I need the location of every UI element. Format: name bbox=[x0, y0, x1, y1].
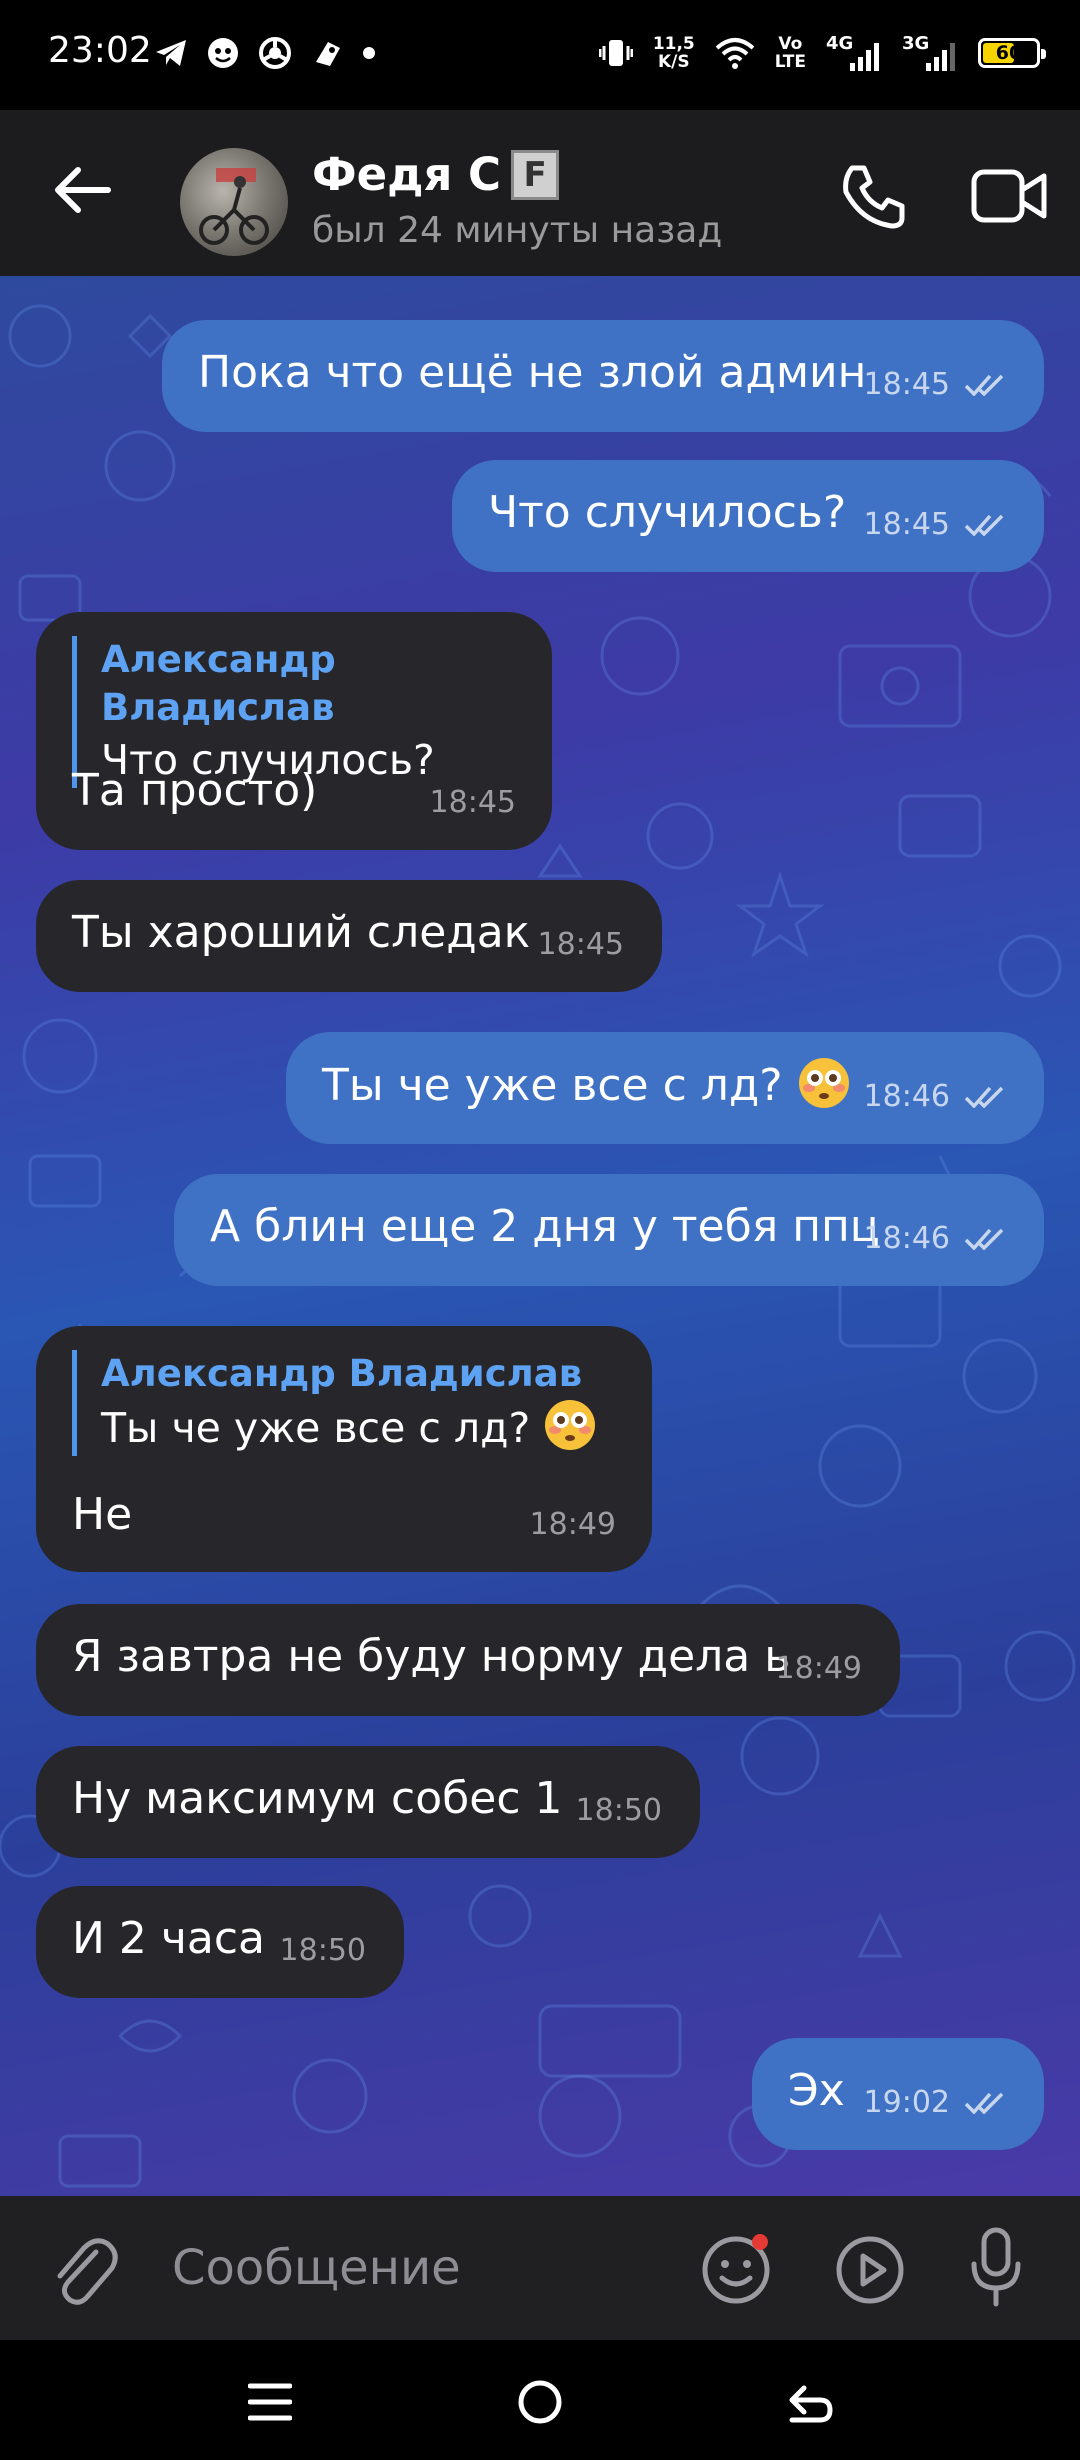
message-meta: 18:45 bbox=[864, 496, 1006, 554]
last-seen-status: был 24 минуты назад bbox=[312, 210, 723, 251]
message-text: Пока что ещё не злой админ bbox=[198, 347, 867, 398]
app-icon bbox=[316, 42, 340, 66]
back-arrow-icon[interactable] bbox=[54, 166, 112, 214]
message-input-bar: Сообщение bbox=[0, 2196, 1080, 2340]
avatar[interactable] bbox=[180, 148, 288, 256]
reply-author: Александр Владислав bbox=[101, 638, 336, 729]
chrome-icon bbox=[259, 37, 291, 69]
reply-text-wrap: Ты че уже все с лд? bbox=[101, 1398, 597, 1456]
message-input[interactable]: Сообщение bbox=[172, 2228, 672, 2308]
message-text: И 2 часа bbox=[72, 1913, 265, 1964]
telegram-icon bbox=[156, 40, 186, 66]
vk-icon bbox=[208, 38, 238, 68]
volte-top: Vo bbox=[778, 34, 803, 54]
read-checkmarks-icon bbox=[964, 2092, 1004, 2114]
message-incoming-reply[interactable]: Александр Владислав Ты че уже все с лд? … bbox=[36, 1326, 652, 1572]
signal-icon bbox=[850, 43, 879, 71]
reply-author: Александр Владислав bbox=[101, 1352, 583, 1395]
reply-quote[interactable]: Александр Владислав Ты че уже все с лд? bbox=[72, 1350, 597, 1456]
signal-icon bbox=[926, 43, 955, 71]
message-text: Эх bbox=[788, 2065, 845, 2116]
message-meta: 18:46 bbox=[864, 1068, 1006, 1126]
reply-text: Ты че уже все с лд? bbox=[101, 1404, 531, 1452]
message-text: Ты че уже все с лд? bbox=[322, 1060, 783, 1111]
net-speed-value: 11,5 bbox=[652, 34, 695, 54]
video-message-icon[interactable] bbox=[834, 2234, 906, 2306]
read-checkmarks-icon bbox=[964, 514, 1004, 536]
net-speed: 11,5 K/S bbox=[653, 35, 695, 71]
vibrate-icon bbox=[598, 40, 633, 66]
message-outgoing[interactable]: А блин еще 2 дня у тебя ппц 18:46 bbox=[174, 1174, 1044, 1286]
message-text: Ты хароший следак bbox=[72, 907, 531, 958]
notification-icons bbox=[154, 30, 376, 76]
wifi-icon bbox=[715, 38, 755, 69]
dot-icon bbox=[363, 47, 375, 59]
sim2-signal: 3G bbox=[902, 33, 958, 73]
message-meta: 18:46 bbox=[864, 1210, 1006, 1268]
message-outgoing[interactable]: Что случилось? 18:45 bbox=[452, 460, 1044, 572]
recent-apps-menu-icon[interactable] bbox=[248, 2382, 292, 2422]
message-outgoing[interactable]: Пока что ещё не злой админ 18:45 bbox=[162, 320, 1044, 432]
message-text: Я завтра не буду норму дела ь bbox=[72, 1631, 791, 1682]
premium-badge-icon: F bbox=[511, 149, 560, 200]
video-call-icon[interactable] bbox=[970, 166, 1048, 226]
message-outgoing[interactable]: Ты че уже все с лд? 18:46 bbox=[286, 1032, 1044, 1144]
message-meta: 18:45 bbox=[864, 356, 1006, 414]
nav-back-icon[interactable] bbox=[788, 2382, 834, 2426]
message-meta: 19:02 bbox=[864, 2074, 1006, 2132]
flushed-face-emoji-icon bbox=[545, 1400, 596, 1450]
status-bar: 23:02 11,5 K/S Vo LTE 4G 3G 60 bbox=[0, 0, 1080, 110]
message-outgoing[interactable]: Эх 19:02 bbox=[752, 2038, 1044, 2150]
message-text: Что случилось? bbox=[488, 487, 847, 538]
read-checkmarks-icon bbox=[964, 1228, 1004, 1250]
message-incoming[interactable]: Ты хароший следак 18:45 bbox=[36, 880, 662, 992]
sim1-signal: 4G bbox=[826, 33, 882, 73]
message-time: 18:46 bbox=[863, 1079, 950, 1114]
message-time: 18:45 bbox=[863, 367, 950, 402]
message-text-wrap: Ты че уже все с лд? bbox=[322, 1056, 851, 1115]
volte-bottom: LTE bbox=[774, 52, 806, 72]
read-checkmarks-icon bbox=[964, 374, 1004, 396]
net-speed-unit: K/S bbox=[657, 52, 690, 72]
message-text: А блин еще 2 дня у тебя ппц bbox=[210, 1201, 880, 1252]
message-time: 18:49 bbox=[529, 1507, 616, 1542]
message-time: 19:02 bbox=[863, 2085, 950, 2120]
message-incoming[interactable]: Ну максимум собес 1 18:50 bbox=[36, 1746, 700, 1858]
system-icons: 11,5 K/S Vo LTE 4G 3G 60 bbox=[598, 30, 1046, 76]
contact-name[interactable]: Федя С F bbox=[312, 148, 560, 201]
microphone-icon[interactable] bbox=[968, 2226, 1024, 2310]
message-text: Та просто) bbox=[72, 765, 318, 816]
message-incoming[interactable]: И 2 часа 18:50 bbox=[36, 1886, 404, 1998]
phone-call-icon[interactable] bbox=[838, 162, 908, 232]
message-text: Не bbox=[72, 1489, 133, 1540]
attach-paperclip-icon[interactable] bbox=[50, 2232, 120, 2308]
system-navigation-bar bbox=[0, 2340, 1080, 2460]
message-time: 18:50 bbox=[279, 1933, 366, 1968]
message-incoming[interactable]: Я завтра не буду норму дела ь 18:49 bbox=[36, 1604, 900, 1716]
new-stickers-badge bbox=[752, 2234, 768, 2250]
message-time: 18:50 bbox=[575, 1793, 662, 1828]
battery-level: 60 bbox=[995, 42, 1023, 64]
chat-messages-area[interactable]: Пока что ещё не злой админ 18:45 Что слу… bbox=[0, 276, 1080, 2196]
chat-header: Федя С F был 24 минуты назад bbox=[0, 110, 1080, 276]
message-time: 18:46 bbox=[863, 1221, 950, 1256]
volte-indicator: Vo LTE bbox=[775, 35, 806, 71]
message-text: Ну максимум собес 1 bbox=[72, 1773, 563, 1824]
message-incoming-reply[interactable]: Александр Владислав Что случилось? Та пр… bbox=[36, 612, 552, 850]
home-circle-icon[interactable] bbox=[516, 2378, 564, 2426]
contact-name-text: Федя С bbox=[312, 148, 502, 201]
battery-icon: 60 bbox=[978, 38, 1046, 68]
message-time: 18:45 bbox=[863, 507, 950, 542]
message-time: 18:45 bbox=[537, 927, 624, 962]
message-time: 18:45 bbox=[429, 785, 516, 820]
status-time: 23:02 bbox=[48, 30, 152, 71]
flushed-face-emoji-icon bbox=[798, 1058, 849, 1108]
read-checkmarks-icon bbox=[964, 1086, 1004, 1108]
message-time: 18:49 bbox=[775, 1651, 862, 1686]
